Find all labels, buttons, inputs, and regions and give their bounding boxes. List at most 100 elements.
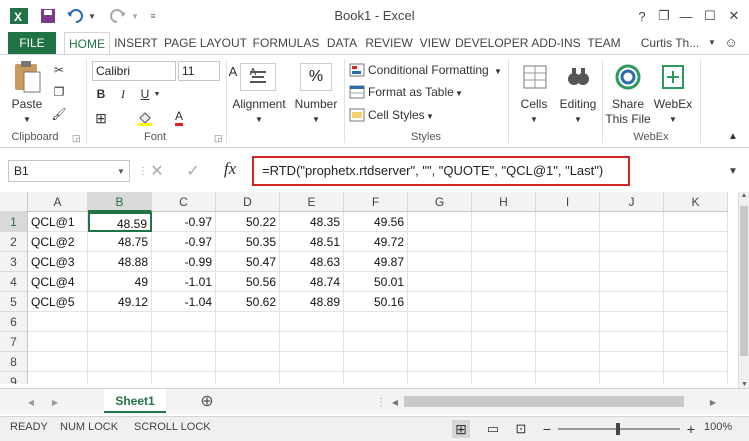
borders-icon[interactable]: ⊞ [92,109,110,127]
cell-e3[interactable]: 48.63 [280,252,344,272]
cell-f5[interactable]: 50.16 [344,292,408,312]
scroll-down-icon[interactable]: ▼ [739,381,749,388]
row-header-6[interactable]: 6 [0,312,28,332]
number-dropdown-icon[interactable]: ▼ [290,113,342,127]
cell-j3[interactable] [600,252,664,272]
cell-e7[interactable] [280,332,344,352]
paste-button[interactable]: Paste [8,97,46,111]
cell-h1[interactable] [472,212,536,232]
cell-i8[interactable] [536,352,600,372]
editing-icon[interactable] [564,63,592,91]
cell-f7[interactable] [344,332,408,352]
alignment-button[interactable]: Alignment [228,97,290,111]
cell-b7[interactable] [88,332,152,352]
user-account[interactable]: Curtis Th... [632,32,708,54]
tab-developer[interactable]: DEVELOPER [455,32,528,54]
column-header-f[interactable]: F [344,192,408,212]
sheet-next-button[interactable]: ▶ [46,393,64,411]
column-header-e[interactable]: E [280,192,344,212]
row-header-8[interactable]: 8 [0,352,28,372]
sheet-prev-button[interactable]: ◀ [22,393,40,411]
cell-e4[interactable]: 48.74 [280,272,344,292]
cell-g7[interactable] [408,332,472,352]
cell-c2[interactable]: -0.97 [152,232,216,252]
cell-j9[interactable] [600,372,664,384]
column-header-i[interactable]: I [536,192,600,212]
cell-c9[interactable] [152,372,216,384]
cancel-icon[interactable]: ✕ [148,162,166,180]
font-launcher-icon[interactable]: ◲ [214,133,223,144]
close-button[interactable]: ✕ [722,6,746,26]
cell-styles-dropdown-icon[interactable]: ▼ [426,110,434,124]
cell-k2[interactable] [664,232,728,252]
vertical-scrollbar[interactable]: ▲ ▼ [738,192,749,388]
share-icon[interactable] [614,63,642,91]
cell-k6[interactable] [664,312,728,332]
tab-review[interactable]: REVIEW [363,32,415,54]
font-color-icon[interactable]: A [170,109,188,127]
share-file-button-line2[interactable]: This File [602,112,654,126]
italic-button[interactable]: I [114,85,132,103]
cell-i6[interactable] [536,312,600,332]
column-header-b[interactable]: B [88,192,152,212]
cell-g9[interactable] [408,372,472,384]
tab-file[interactable]: FILE [8,32,56,54]
cell-j1[interactable] [600,212,664,232]
conditional-formatting-icon[interactable] [348,61,366,79]
formula-input[interactable]: =RTD("prophetx.rtdserver", "", "QUOTE", … [252,156,630,186]
zoom-level[interactable]: 100% [704,421,732,433]
cell-k5[interactable] [664,292,728,312]
cell-b5[interactable]: 49.12 [88,292,152,312]
cell-styles-button[interactable]: Cell Styles [368,108,425,122]
webex-dropdown-icon[interactable]: ▼ [650,113,696,127]
hscroll-right-icon[interactable]: ▶ [704,393,722,411]
cell-e5[interactable]: 48.89 [280,292,344,312]
cell-k3[interactable] [664,252,728,272]
zoom-slider-thumb[interactable] [616,423,620,435]
tab-formulas[interactable]: FORMULAS [250,32,322,54]
cells-dropdown-icon[interactable]: ▼ [512,113,556,127]
conditional-formatting-dropdown-icon[interactable]: ▼ [494,65,502,79]
cell-k7[interactable] [664,332,728,352]
cell-a4[interactable]: QCL@4 [28,272,88,292]
cut-icon[interactable]: ✂ [50,61,68,79]
cell-d6[interactable] [216,312,280,332]
scroll-up-icon[interactable]: ▲ [739,192,749,199]
row-header-1[interactable]: 1 [0,212,28,232]
row-header-3[interactable]: 3 [0,252,28,272]
cell-e9[interactable] [280,372,344,384]
tab-insert[interactable]: INSERT [112,32,160,54]
tab-team[interactable]: TEAM [585,32,623,54]
row-header-4[interactable]: 4 [0,272,28,292]
cell-g5[interactable] [408,292,472,312]
underline-dropdown-icon[interactable]: ▼ [152,85,162,103]
cell-i9[interactable] [536,372,600,384]
minimize-button[interactable]: — [674,6,698,26]
cell-a6[interactable] [28,312,88,332]
clipboard-launcher-icon[interactable]: ◲ [72,133,81,144]
cell-f6[interactable] [344,312,408,332]
cell-a5[interactable]: QCL@5 [28,292,88,312]
cell-styles-icon[interactable] [348,106,366,124]
bold-button[interactable]: B [92,85,110,103]
copy-icon[interactable]: ❐ [50,83,68,101]
column-header-k[interactable]: K [664,192,728,212]
format-table-button[interactable]: Format as Table [368,85,454,99]
cell-d7[interactable] [216,332,280,352]
cell-f9[interactable] [344,372,408,384]
editing-button[interactable]: Editing [556,97,600,111]
zoom-slider[interactable] [558,423,680,435]
scroll-thumb[interactable] [740,206,748,356]
cell-c1[interactable]: -0.97 [152,212,216,232]
cell-a8[interactable] [28,352,88,372]
zoom-in-button[interactable]: + [682,420,700,438]
cell-b2[interactable]: 48.75 [88,232,152,252]
column-header-j[interactable]: J [600,192,664,212]
collapse-ribbon-icon[interactable]: ▲ [724,127,742,145]
cell-i3[interactable] [536,252,600,272]
cell-h9[interactable] [472,372,536,384]
cells-button[interactable]: Cells [512,97,556,111]
cell-a3[interactable]: QCL@3 [28,252,88,272]
zoom-out-button[interactable]: − [538,420,556,438]
name-box-dropdown-icon[interactable]: ▼ [112,162,130,180]
